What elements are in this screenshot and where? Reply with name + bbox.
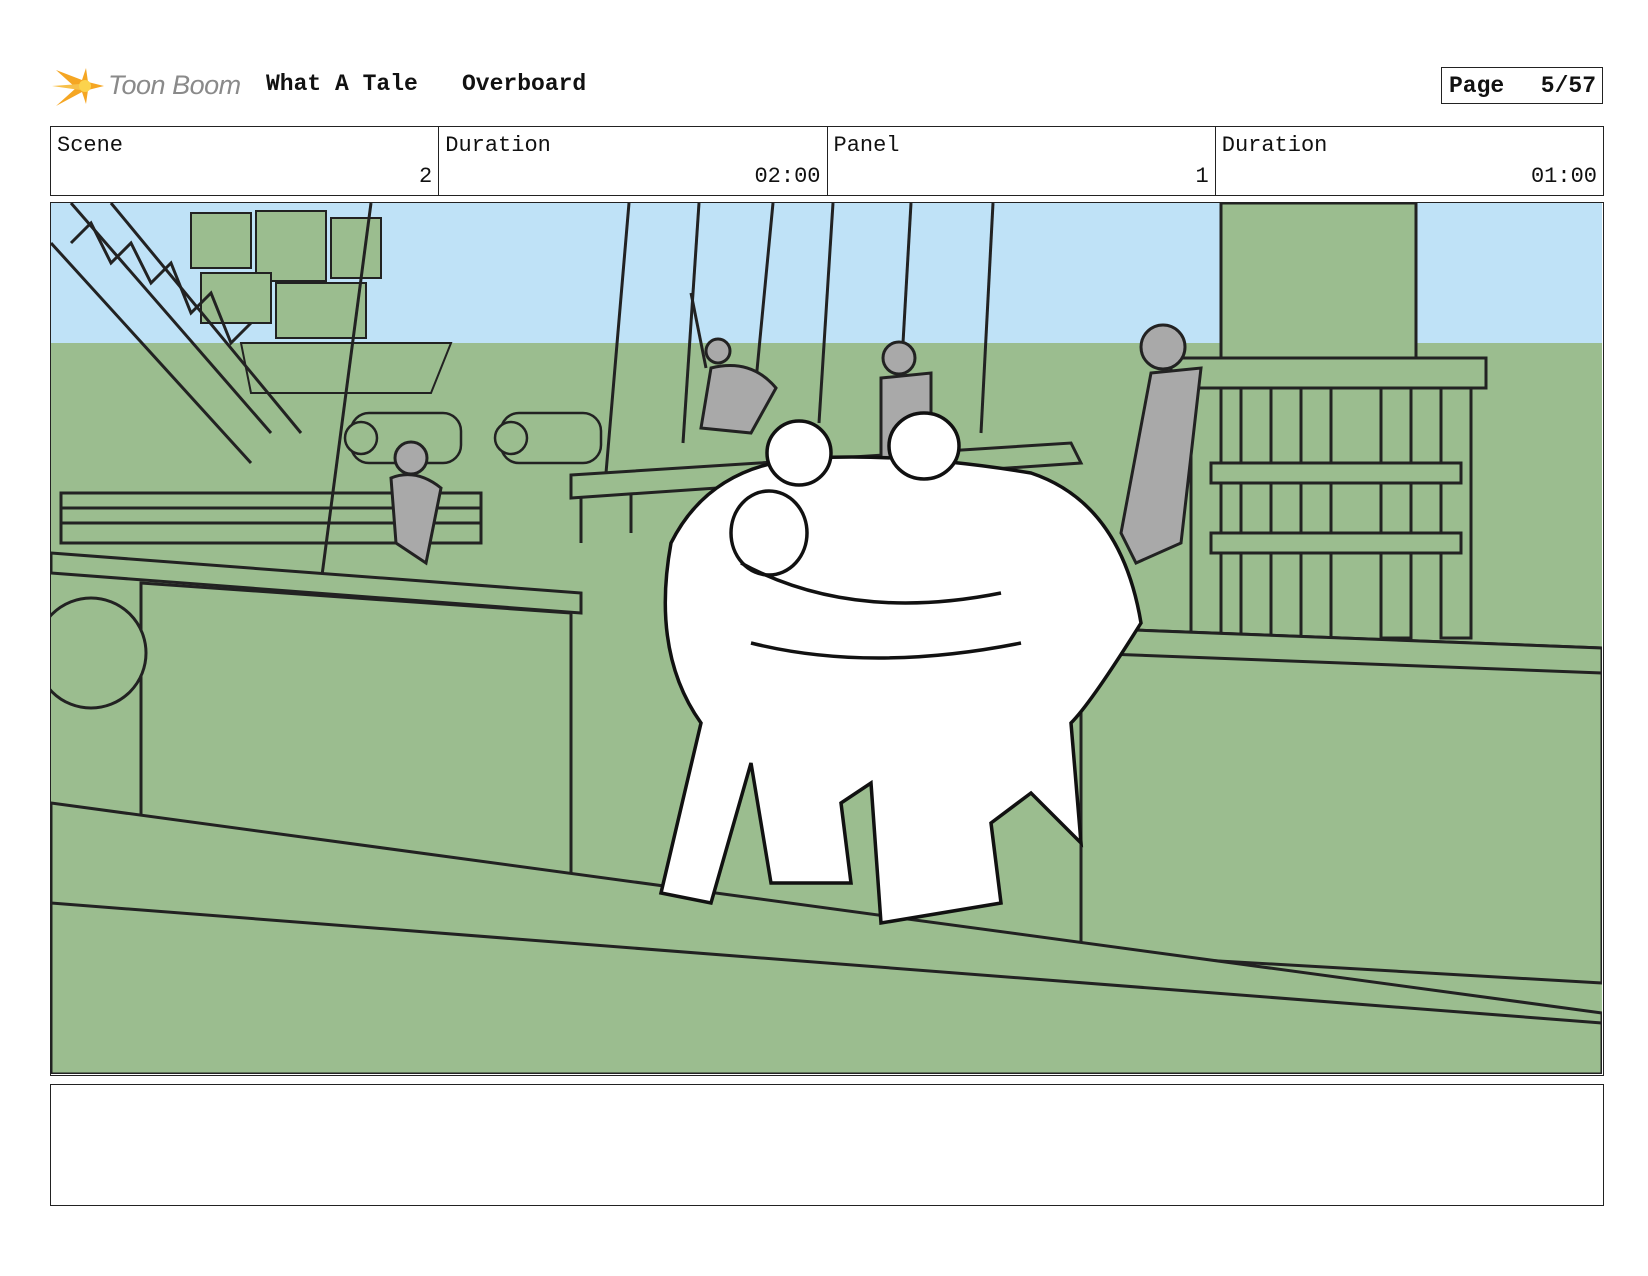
toon-boom-logo: Toon Boom: [52, 60, 252, 112]
panel-notes: [50, 1084, 1604, 1206]
scene-value: 2: [419, 164, 433, 189]
scene-label: Scene: [57, 133, 124, 158]
panel-label: Panel: [833, 133, 900, 158]
storyboard-panel-image: [50, 202, 1604, 1076]
scene-duration-cell: Duration 02:00: [439, 127, 828, 195]
ship-deck-sketch: [51, 203, 1602, 1074]
page-number: 5/57: [1540, 73, 1596, 99]
panel-value: 1: [1195, 164, 1209, 189]
panel-cell: Panel 1: [828, 127, 1216, 195]
panel-duration-label: Duration: [1221, 133, 1328, 158]
scene-duration-value: 02:00: [754, 164, 821, 189]
project-title: What A Tale: [266, 71, 418, 97]
scene-duration-label: Duration: [445, 133, 551, 158]
page-label: Page: [1449, 73, 1505, 99]
storyboard-header: Toon Boom What A Tale Overboard: [52, 58, 1612, 114]
logo-text: Toon Boom: [108, 70, 241, 100]
scene-cell: Scene 2: [51, 127, 440, 195]
panel-duration-cell: Duration 01:00: [1216, 127, 1603, 195]
panel-duration-value: 01:00: [1530, 164, 1597, 189]
page-indicator: Page 5/57: [1441, 67, 1603, 104]
panel-info-row: Scene 2 Duration 02:00 Panel 1 Duration …: [50, 126, 1604, 196]
scene-name: Overboard: [462, 71, 587, 97]
starburst-icon: [52, 68, 104, 106]
